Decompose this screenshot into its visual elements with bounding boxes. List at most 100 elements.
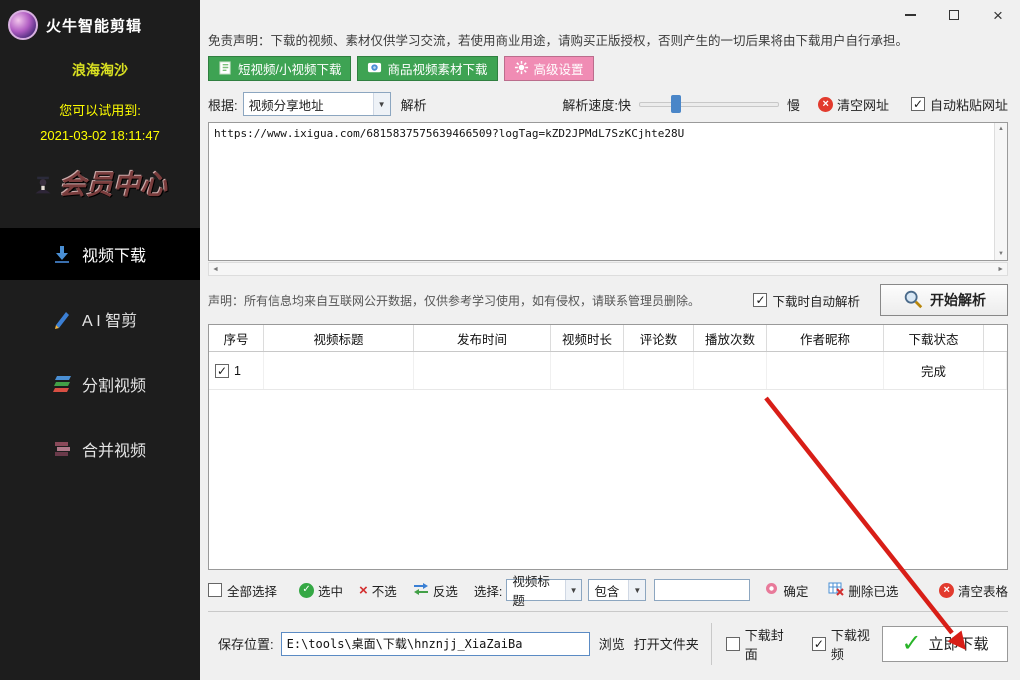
slow-label: 慢 bbox=[786, 97, 800, 113]
green-check-icon: ✓ bbox=[901, 629, 922, 657]
source-type-select[interactable]: 视频分享地址 ▼ bbox=[242, 92, 391, 116]
advanced-settings-button[interactable]: 高级设置 bbox=[503, 56, 594, 81]
sidebar-item-video-download[interactable]: 视频下载 bbox=[0, 228, 200, 280]
checkbox-checked-icon: ✓ bbox=[910, 97, 925, 111]
member-center-link[interactable]: 会员中心 bbox=[0, 163, 200, 202]
nav-label-split-video: 分割视频 bbox=[82, 378, 147, 395]
col-header-comments[interactable]: 评论数 bbox=[624, 325, 694, 351]
save-path-input[interactable] bbox=[280, 631, 590, 656]
filter-keyword-input[interactable] bbox=[654, 579, 751, 601]
confirm-button[interactable]: 确定 bbox=[764, 581, 808, 600]
source-type-value: 视频分享地址 bbox=[248, 98, 324, 113]
scroll-up-icon[interactable]: ▲ bbox=[998, 126, 1004, 132]
minimize-button[interactable] bbox=[902, 7, 918, 23]
filter-operator-select[interactable]: 包含 ▼ bbox=[588, 579, 647, 601]
scroll-left-icon[interactable]: ◄ bbox=[212, 266, 219, 273]
red-cross-icon: × bbox=[938, 582, 954, 598]
confirm-label: 确定 bbox=[783, 584, 809, 599]
start-parse-button[interactable]: 开始解析 bbox=[880, 284, 1008, 316]
auto-paste-checkbox[interactable]: ✓ 自动粘贴网址 bbox=[910, 95, 1008, 114]
parse-speed-slider[interactable] bbox=[638, 95, 779, 113]
horizontal-scrollbar[interactable]: ◄ ► bbox=[208, 262, 1008, 276]
sidebar-item-merge-video[interactable]: 合并视频 bbox=[0, 423, 200, 475]
red-cross-icon: × bbox=[817, 96, 833, 112]
nav-label-ai-cut: A I 智剪 bbox=[82, 313, 138, 330]
table-row[interactable]: ✓ 1 完成 bbox=[209, 352, 1007, 390]
auto-parse-checkbox[interactable]: ✓ 下载时自动解析 bbox=[753, 291, 860, 310]
col-header-duration[interactable]: 视频时长 bbox=[551, 325, 624, 351]
checkbox-unchecked-icon bbox=[725, 636, 740, 651]
invert-selection-button[interactable]: 反选 bbox=[413, 581, 458, 600]
close-icon: × bbox=[993, 5, 1003, 25]
select-all-checkbox[interactable]: 全部选择 bbox=[208, 581, 277, 600]
product-video-download-button[interactable]: 商品视频素材下载 bbox=[357, 56, 498, 81]
scroll-down-icon[interactable]: ▼ bbox=[998, 251, 1004, 257]
member-person-icon bbox=[33, 173, 53, 193]
filter-operator-value: 包含 bbox=[594, 584, 620, 599]
maximize-button[interactable] bbox=[946, 7, 962, 23]
clear-url-button[interactable]: × 清空网址 bbox=[817, 95, 889, 114]
download-video-checkbox[interactable]: ✓ 下载视频 bbox=[811, 625, 882, 663]
scroll-right-icon[interactable]: ► bbox=[997, 266, 1004, 273]
select-all-label: 全部选择 bbox=[227, 584, 278, 599]
magnifier-icon bbox=[902, 288, 924, 313]
slider-thumb[interactable] bbox=[670, 95, 681, 113]
col-header-publish[interactable]: 发布时间 bbox=[414, 325, 551, 351]
row-comments-cell bbox=[624, 352, 694, 389]
deselect-button[interactable]: × 不选 bbox=[359, 581, 397, 600]
chevron-down-icon: ▼ bbox=[564, 580, 582, 600]
url-textarea[interactable]: https://www.ixigua.com/68158375756394665… bbox=[209, 123, 994, 260]
close-button[interactable]: × bbox=[990, 5, 1006, 25]
col-header-plays[interactable]: 播放次数 bbox=[694, 325, 767, 351]
app-title: 火牛智能剪辑 bbox=[46, 17, 143, 35]
vertical-scrollbar[interactable]: ▲ ▼ bbox=[994, 123, 1007, 260]
start-parse-label: 开始解析 bbox=[930, 292, 986, 308]
download-video-label: 下载视频 bbox=[830, 627, 870, 662]
parse-options-row: 根据: 视频分享地址 ▼ 解析 解析速度:快 慢 × 清空网址 ✓ 自动粘贴网址 bbox=[208, 91, 1008, 117]
col-header-index[interactable]: 序号 bbox=[209, 325, 264, 351]
col-header-status[interactable]: 下载状态 bbox=[884, 325, 984, 351]
download-icon bbox=[52, 244, 72, 264]
sidebar-item-ai-cut[interactable]: A I 智剪 bbox=[0, 293, 200, 345]
auto-parse-label: 下载时自动解析 bbox=[772, 294, 860, 309]
invert-label: 反选 bbox=[432, 584, 458, 599]
chevron-down-icon: ▼ bbox=[628, 580, 646, 600]
browse-button[interactable]: 浏览 bbox=[599, 634, 625, 653]
filter-label: 选择: bbox=[473, 584, 503, 599]
top-buttons: 短视频/小视频下载 商品视频素材下载 高级设置 bbox=[208, 56, 594, 81]
username: 浪海淘沙 bbox=[72, 62, 128, 78]
table-header-row: 序号 视频标题 发布时间 视频时长 评论数 播放次数 作者昵称 下载状态 bbox=[209, 325, 1007, 352]
select-button[interactable]: ✓ 选中 bbox=[299, 581, 343, 600]
save-location-label: 保存位置: bbox=[218, 637, 274, 652]
open-folder-button[interactable]: 打开文件夹 bbox=[634, 634, 699, 653]
col-header-author[interactable]: 作者昵称 bbox=[767, 325, 884, 351]
col-header-title[interactable]: 视频标题 bbox=[264, 325, 414, 351]
deselect-label: 不选 bbox=[371, 584, 397, 599]
divider bbox=[710, 622, 712, 665]
download-cover-checkbox[interactable]: 下载封面 bbox=[725, 625, 796, 663]
select-label: 选中 bbox=[318, 584, 344, 599]
row-checkbox[interactable]: ✓ bbox=[215, 363, 229, 378]
delete-selected-button[interactable]: 删除已选 bbox=[828, 581, 898, 600]
parse-link[interactable]: 解析 bbox=[401, 95, 427, 114]
product-video-download-label: 商品视频素材下载 bbox=[387, 63, 488, 77]
download-now-button[interactable]: ✓ 立即下载 bbox=[882, 625, 1008, 662]
sidebar: 火牛智能剪辑 浪海淘沙 您可以试用到: 2021-03-02 18:11:47 … bbox=[0, 0, 200, 680]
sidebar-header: 火牛智能剪辑 bbox=[0, 0, 200, 46]
row-duration-cell bbox=[551, 352, 624, 389]
layers-split-icon bbox=[52, 374, 72, 394]
minimize-icon bbox=[904, 14, 916, 16]
delete-selected-label: 删除已选 bbox=[848, 584, 899, 599]
parse-speed-label: 解析速度:快 bbox=[562, 97, 631, 113]
advanced-settings-label: 高级设置 bbox=[533, 63, 584, 77]
auto-paste-label: 自动粘贴网址 bbox=[929, 97, 1008, 113]
short-video-download-button[interactable]: 短视频/小视频下载 bbox=[208, 56, 352, 81]
download-cover-label: 下载封面 bbox=[744, 627, 784, 662]
member-center-label: 会员中心 bbox=[59, 170, 167, 200]
sidebar-item-split-video[interactable]: 分割视频 bbox=[0, 358, 200, 410]
row-status-cell: 完成 bbox=[884, 352, 984, 389]
trial-label: 您可以试用到: bbox=[59, 103, 141, 118]
filter-field-select[interactable]: 视频标题 ▼ bbox=[506, 575, 583, 608]
main-panel: × 免责声明：下载的视频、素材仅供学习交流，若使用商业用途，请购买正版授权，否则… bbox=[200, 0, 1020, 680]
clear-table-button[interactable]: × 清空表格 bbox=[938, 581, 1008, 600]
